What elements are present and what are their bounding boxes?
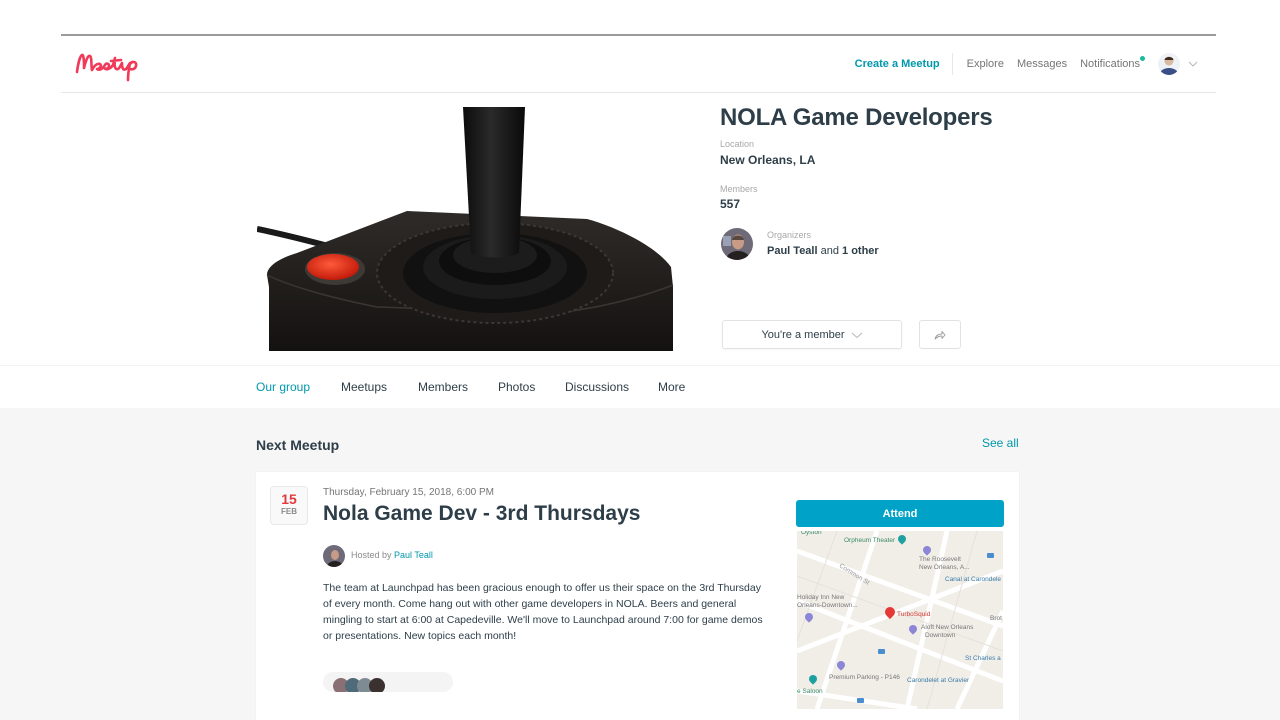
transit-stop-icon [987,553,994,558]
map-label-holiday-line2: Orleans-Downtown... [797,602,858,609]
group-tabs: Our group Meetups Members Photos Discuss… [0,365,1280,408]
group-cover-image [257,107,675,351]
tab-meetups[interactable]: Meetups [341,380,387,394]
map-label-brot: Brot [990,615,1002,622]
see-all-link[interactable]: See all [982,436,1019,450]
map-label-roosevelt-line1: The Roosevelt [919,556,961,563]
map-label-top: Oyston [801,531,822,536]
organizers-label: Organizers [767,230,812,240]
map-label-st-charles: St Charles a [965,655,1001,662]
map-label-carondelet: Carondelet at Gravier [907,677,970,684]
host-avatar[interactable] [323,545,345,567]
tab-members[interactable]: Members [418,380,468,394]
map-label-canal: Canal at Carondele [945,576,1002,583]
transit-stop-icon [878,649,885,654]
top-nav: Create a Meetup Explore Messages Notific… [855,36,1216,92]
organizer-name[interactable]: Paul Teall [767,245,818,257]
notifications-link[interactable]: Notifications [1080,56,1145,70]
group-name: NOLA Game Developers [720,104,993,131]
organizer-avatar[interactable] [721,228,753,260]
tab-discussions[interactable]: Discussions [565,380,629,394]
event-title[interactable]: Nola Game Dev - 3rd Thursdays [323,502,640,526]
chevron-down-icon[interactable] [1188,59,1198,69]
map-label-roosevelt-line2: New Orleans, A... [919,564,970,571]
event-description: The team at Launchpad has been gracious … [323,582,763,642]
organizer-others[interactable]: 1 other [842,245,879,257]
map-label-saloon: e Saloon [797,688,823,695]
organizer-and: and [817,245,843,257]
transit-stop-icon [857,698,864,703]
share-arrow-icon [934,330,946,339]
map-label-aloft-line2: Downtown [925,632,956,639]
chevron-down-icon [851,332,862,338]
event-location-map[interactable]: Oyston Orpheum Theater The Roosevelt New… [797,531,1003,709]
event-date-day: 15 [281,491,297,507]
tab-our-group[interactable]: Our group [256,380,310,394]
members-count[interactable]: 557 [720,197,740,211]
map-label-aloft-line1: Aloft New Orleans [921,624,974,631]
notification-dot-icon [1140,56,1145,61]
attend-button[interactable]: Attend [796,500,1004,527]
share-button[interactable] [919,320,961,349]
hosted-by: Hosted by Paul Teall [351,550,433,560]
site-header: Create a Meetup Explore Messages Notific… [61,36,1216,93]
membership-dropdown-button[interactable]: You're a member [722,320,902,349]
map-label-premium: Premium Parking - P146 [829,674,900,681]
host-link[interactable]: Paul Teall [394,550,433,560]
attendee-avatar [369,678,385,692]
joystick-image-icon [257,107,674,351]
map-label-turbosquid: TurboSquid [897,611,931,618]
nav-divider [951,53,953,75]
location-value[interactable]: New Orleans, LA [720,153,815,167]
explore-link[interactable]: Explore [967,58,1004,70]
attendees-preview[interactable] [323,672,453,692]
map-streets [797,531,1003,709]
event-card[interactable]: 15 FEB Thursday, February 15, 2018, 6:00… [256,472,1019,720]
create-meetup-link[interactable]: Create a Meetup [855,58,952,70]
tab-photos[interactable]: Photos [498,380,535,394]
messages-link[interactable]: Messages [1017,58,1067,70]
membership-label: You're a member [761,328,845,341]
location-label: Location [720,139,755,149]
hosted-by-label: Hosted by [351,550,395,560]
map-label-orpheum: Orpheum Theater [844,537,896,544]
next-meetup-heading: Next Meetup [256,437,340,453]
meetup-logo[interactable] [73,46,165,82]
map-label-holiday-line1: Holiday Inn New [797,594,845,601]
event-date-month: FEB [281,507,297,516]
event-datetime: Thursday, February 15, 2018, 6:00 PM [323,487,495,498]
organizers-text[interactable]: Paul Teall and 1 other [767,245,879,257]
members-label: Members [720,184,758,194]
user-avatar[interactable] [1158,53,1180,75]
tab-more[interactable]: More [658,380,685,394]
notifications-label: Notifications [1080,58,1140,70]
event-date-badge: 15 FEB [270,486,308,525]
